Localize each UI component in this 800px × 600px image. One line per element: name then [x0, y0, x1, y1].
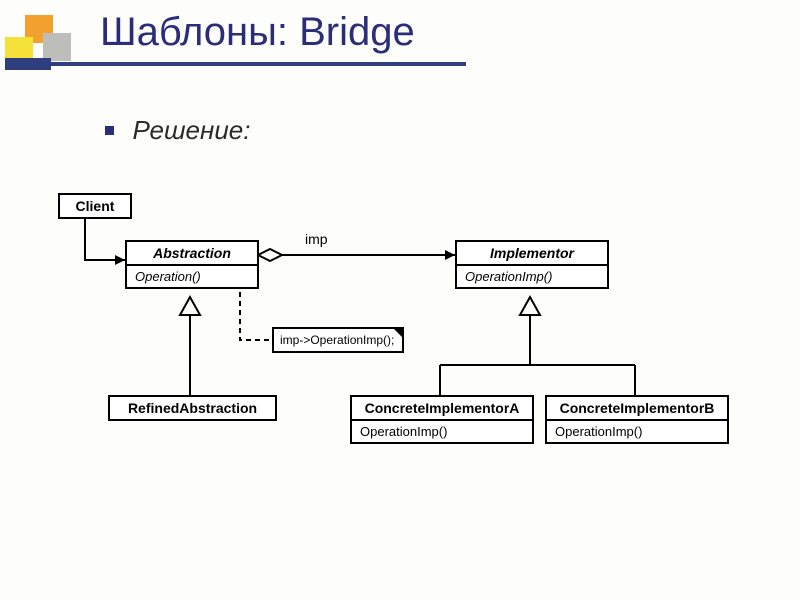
- class-abstraction-method: Operation(): [127, 266, 257, 287]
- note-text: imp->OperationImp();: [280, 333, 394, 347]
- class-concrete-a: ConcreteImplementorA OperationImp(): [350, 395, 534, 444]
- title-underline-thin: [51, 62, 466, 66]
- class-concrete-b-method: OperationImp(): [547, 421, 727, 442]
- class-concrete-a-name: ConcreteImplementorA: [352, 397, 532, 421]
- class-concrete-a-method: OperationImp(): [352, 421, 532, 442]
- class-abstraction: Abstraction Operation(): [125, 240, 259, 289]
- class-concrete-b-name: ConcreteImplementorB: [547, 397, 727, 421]
- class-client: Client: [58, 193, 132, 219]
- class-implementor: Implementor OperationImp(): [455, 240, 609, 289]
- class-concrete-b: ConcreteImplementorB OperationImp(): [545, 395, 729, 444]
- uml-diagram: Client Abstraction Operation() imp Imple…: [40, 175, 760, 545]
- logo-square-grey: [43, 33, 71, 61]
- subtitle: Решение:: [132, 115, 250, 145]
- slide-title: Шаблоны: Bridge: [100, 10, 415, 55]
- class-implementor-name: Implementor: [457, 242, 607, 266]
- aggregation-label: imp: [305, 231, 328, 247]
- bullet-row: Решение:: [105, 115, 250, 146]
- title-underline-thick: [5, 58, 51, 70]
- class-refined-abstraction: RefinedAbstraction: [108, 395, 277, 421]
- connectors: [40, 175, 760, 545]
- note-box: imp->OperationImp();: [272, 327, 404, 353]
- class-abstraction-name: Abstraction: [127, 242, 257, 266]
- class-client-name: Client: [60, 195, 130, 217]
- class-refined-name: RefinedAbstraction: [110, 397, 275, 419]
- bullet-icon: [105, 126, 114, 135]
- class-implementor-method: OperationImp(): [457, 266, 607, 287]
